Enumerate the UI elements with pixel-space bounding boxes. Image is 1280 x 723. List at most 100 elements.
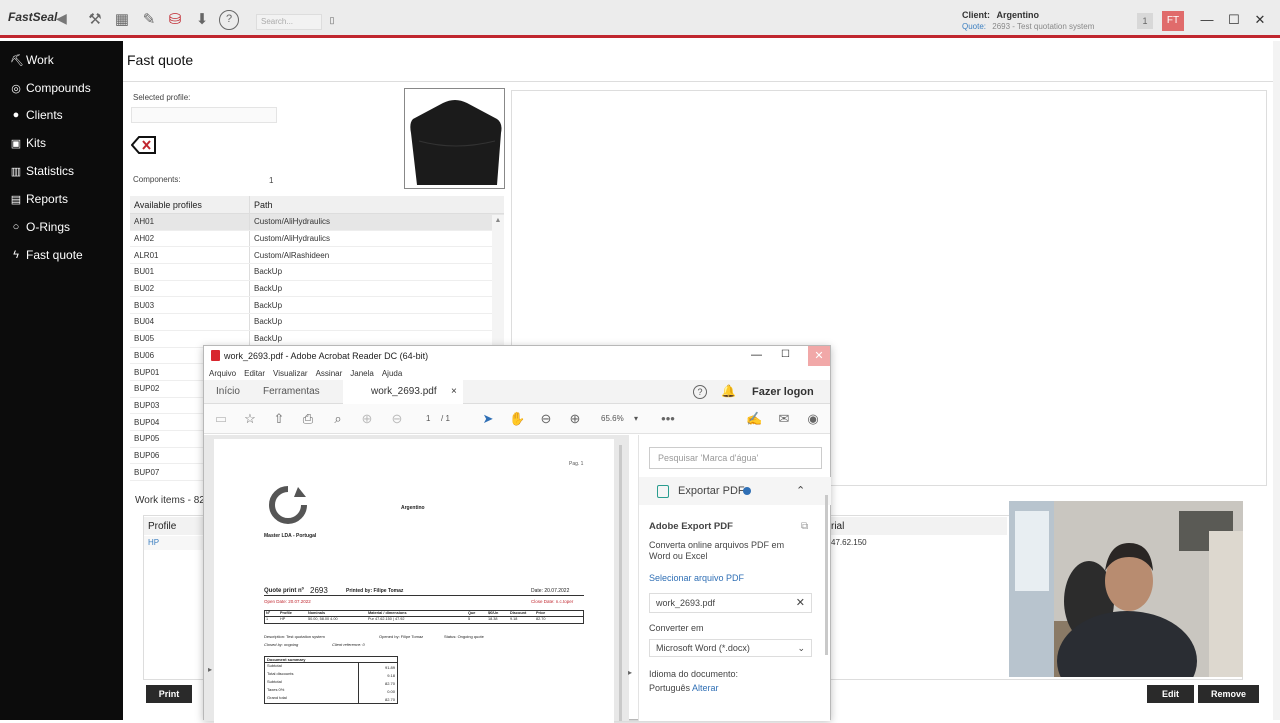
- tab-home[interactable]: Início: [216, 380, 240, 404]
- table-row[interactable]: BU02 BackUp: [130, 280, 504, 298]
- convert-value: Microsoft Word (*.docx): [656, 643, 750, 653]
- table-row[interactable]: AH01 Custom/AliHydraulics: [130, 214, 504, 231]
- back-arrow-icon[interactable]: ◀: [56, 10, 67, 27]
- print-icon[interactable]: ⎙: [300, 411, 316, 427]
- sidebar-item-label: Kits: [26, 136, 47, 150]
- database-icon[interactable]: ⛁: [165, 10, 185, 30]
- tools-icon[interactable]: ⚒: [85, 10, 105, 30]
- star-icon[interactable]: ☆: [242, 411, 258, 427]
- expand-panel-icon[interactable]: ▸: [628, 668, 632, 677]
- select-cursor-icon[interactable]: ➤: [480, 411, 496, 427]
- table-row[interactable]: BU01 BackUp: [130, 264, 504, 281]
- summary-label: Total discounts: [265, 671, 359, 679]
- sidebar-item-clients[interactable]: ● Clients: [10, 105, 63, 125]
- change-language-link[interactable]: Alterar: [692, 683, 719, 693]
- col-available-profiles[interactable]: Available profiles: [130, 196, 250, 213]
- bell-icon[interactable]: 🔔: [721, 384, 736, 398]
- clear-icon[interactable]: [131, 135, 157, 155]
- work-row-material[interactable]: 47.62.150: [827, 536, 1007, 550]
- table-row[interactable]: BU03 BackUp: [130, 297, 504, 315]
- minimize-icon[interactable]: —: [751, 349, 762, 361]
- zoom-level[interactable]: 65.6%: [601, 414, 624, 423]
- close-icon[interactable]: ✕: [1252, 12, 1268, 28]
- sidebar-item-work[interactable]: ⛏ Work: [10, 50, 54, 70]
- sidebar-item-orings[interactable]: ○ O-Rings: [10, 217, 70, 237]
- document-viewer[interactable]: Pag. 1 Argentino Master LDA - Portugal Q…: [204, 435, 629, 723]
- summary-value: 91.89: [384, 664, 395, 670]
- remove-file-icon[interactable]: ✕: [796, 596, 805, 609]
- hand-icon[interactable]: ✋: [509, 411, 525, 427]
- doc-printed-by: Printed by: Filipe Tomaz: [346, 588, 404, 594]
- minimize-icon[interactable]: —: [1199, 12, 1215, 28]
- page-down-icon[interactable]: ⊖: [389, 411, 405, 427]
- acrobat-tabs: Início Ferramentas work_2693.pdf × ? 🔔 F…: [204, 380, 830, 404]
- search-input[interactable]: Search...: [256, 14, 322, 30]
- chevron-up-icon[interactable]: ⌃: [796, 484, 805, 497]
- page-up-icon[interactable]: ⊕: [359, 411, 375, 427]
- col-path[interactable]: Path: [250, 196, 492, 213]
- download-icon[interactable]: ⬇: [192, 10, 212, 30]
- copy-icon[interactable]: ⧉: [801, 521, 808, 532]
- search-options-icon[interactable]: ▯: [322, 10, 342, 30]
- table-row[interactable]: ALR01 Custom/AlRashideen: [130, 247, 504, 265]
- zoom-out-icon[interactable]: ⊖: [538, 411, 554, 427]
- edit-button[interactable]: Edit: [1147, 685, 1194, 703]
- close-icon[interactable]: ✕: [808, 346, 830, 366]
- panel-search-input[interactable]: Pesquisar 'Marca d'água': [649, 447, 822, 469]
- share-user-icon[interactable]: ◉: [805, 411, 821, 427]
- convert-select[interactable]: Microsoft Word (*.docx) ⌄: [649, 639, 812, 657]
- logon-button[interactable]: Fazer logon: [752, 380, 814, 404]
- sidebar-item-reports[interactable]: ▤ Reports: [10, 189, 68, 209]
- close-tab-icon[interactable]: ×: [451, 380, 457, 404]
- selected-profile-field[interactable]: [131, 107, 277, 123]
- select-file-link[interactable]: Selecionar arquivo PDF: [649, 573, 744, 583]
- export-pdf-header[interactable]: Exportar PDF ⌃: [639, 477, 831, 505]
- print-button[interactable]: Print: [146, 685, 192, 703]
- col-profile[interactable]: Profile: [144, 517, 204, 535]
- sidebar-item-compounds[interactable]: ◎ Compounds: [10, 78, 91, 98]
- panel-scrollbar[interactable]: [825, 495, 828, 655]
- more-icon[interactable]: •••: [660, 411, 676, 427]
- zoom-in-icon[interactable]: ⊕: [567, 411, 583, 427]
- notification-badge[interactable]: 1: [1137, 13, 1153, 29]
- main-scrollbar[interactable]: [1273, 41, 1280, 720]
- table-row[interactable]: BU04 BackUp: [130, 314, 504, 331]
- doc-table-header-cell: Nominals: [308, 611, 326, 615]
- sidebar-item-statistics[interactable]: ▥ Statistics: [10, 161, 74, 181]
- export-desc-1: Converta online arquivos PDF em: [649, 540, 785, 550]
- save-icon[interactable]: ▭: [213, 411, 229, 427]
- factory-icon[interactable]: ▦: [112, 10, 132, 30]
- page-current[interactable]: 1: [426, 414, 430, 423]
- col-material[interactable]: rial: [827, 517, 1007, 535]
- menu-ajuda[interactable]: Ajuda: [382, 369, 402, 378]
- mail-icon[interactable]: ✉: [776, 411, 792, 427]
- export-desc-2: Word ou Excel: [649, 551, 708, 561]
- help-icon[interactable]: ?: [693, 385, 707, 399]
- collapse-left-icon[interactable]: ▸: [208, 665, 212, 674]
- sign-icon[interactable]: ✍: [746, 411, 762, 427]
- maximize-icon[interactable]: ☐: [781, 349, 790, 360]
- menu-editar[interactable]: Editar: [244, 369, 265, 378]
- menu-arquivo[interactable]: Arquivo: [209, 369, 236, 378]
- menu-visualizar[interactable]: Visualizar: [273, 369, 308, 378]
- doc-scrollbar[interactable]: [619, 445, 622, 721]
- pen-icon[interactable]: ✎: [139, 10, 159, 30]
- tab-tools[interactable]: Ferramentas: [263, 380, 320, 404]
- table-row[interactable]: AH02 Custom/AliHydraulics: [130, 230, 504, 248]
- sidebar-item-fast-quote[interactable]: ϟ Fast quote: [10, 245, 83, 265]
- ring-icon: ◎: [11, 82, 21, 95]
- user-avatar[interactable]: FT: [1162, 11, 1184, 31]
- menu-assinar[interactable]: Assinar: [316, 369, 343, 378]
- selected-file-field[interactable]: work_2693.pdf ✕: [649, 593, 812, 613]
- sidebar-item-kits[interactable]: ▣ Kits: [10, 133, 46, 153]
- work-row-profile[interactable]: HP: [144, 536, 204, 550]
- profile-path-cell: BackUp: [254, 300, 283, 310]
- remove-button[interactable]: Remove: [1198, 685, 1259, 703]
- tab-document[interactable]: work_2693.pdf ×: [343, 380, 463, 404]
- help-icon[interactable]: ?: [219, 10, 239, 30]
- chevron-down-icon[interactable]: ▾: [634, 414, 638, 423]
- upload-icon[interactable]: ⇧: [271, 411, 287, 427]
- maximize-icon[interactable]: ☐: [1226, 12, 1242, 28]
- zoom-search-icon[interactable]: ⌕: [330, 411, 346, 427]
- menu-janela[interactable]: Janela: [350, 369, 374, 378]
